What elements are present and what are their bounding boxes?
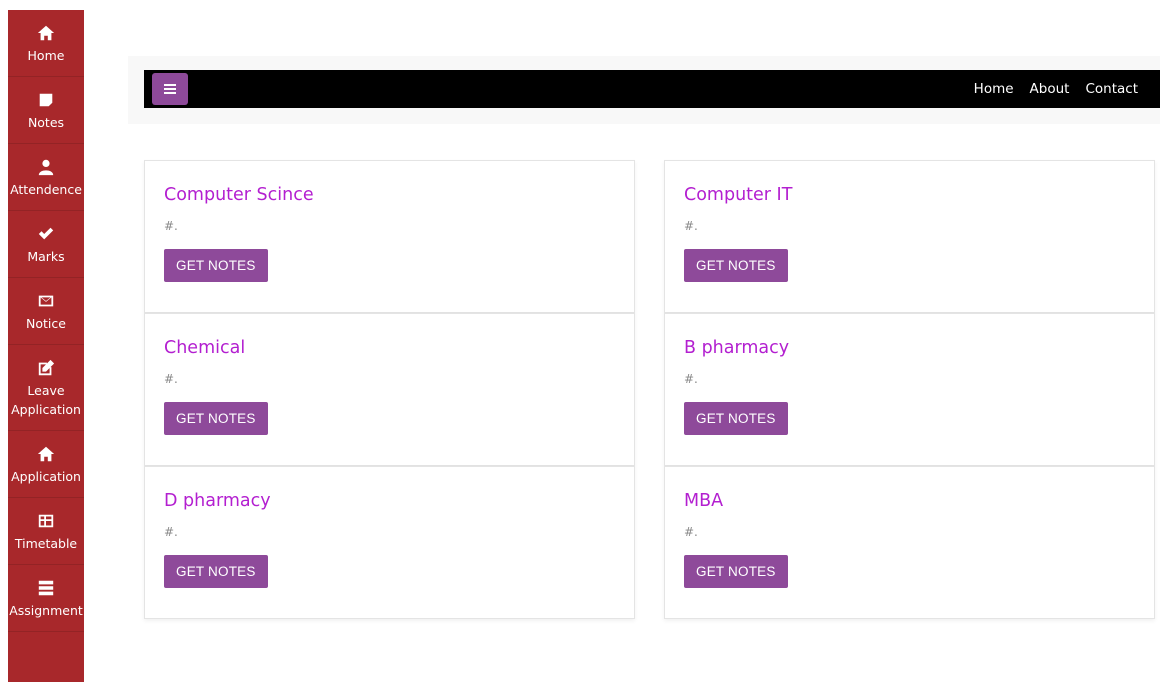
nav-links: Home About Contact bbox=[974, 81, 1138, 97]
course-card: B pharmacy #. GET NOTES bbox=[664, 313, 1155, 466]
home-icon bbox=[35, 22, 57, 44]
sidebar-item-attendence[interactable]: Attendence bbox=[8, 144, 84, 211]
navbar: Home About Contact bbox=[144, 70, 1160, 108]
course-card: D pharmacy #. GET NOTES bbox=[144, 466, 635, 619]
hamburger-icon bbox=[164, 84, 176, 94]
server-icon bbox=[35, 577, 57, 599]
menu-toggle-button[interactable] bbox=[152, 73, 188, 105]
course-card: Computer Scince #. GET NOTES bbox=[144, 160, 635, 313]
get-notes-button[interactable]: GET NOTES bbox=[164, 249, 268, 282]
card-text: #. bbox=[684, 219, 698, 233]
get-notes-button[interactable]: GET NOTES bbox=[164, 402, 268, 435]
get-notes-button[interactable]: GET NOTES bbox=[164, 555, 268, 588]
sidebar-item-notes[interactable]: Notes bbox=[8, 77, 84, 144]
sidebar-item-label: Home bbox=[27, 47, 65, 63]
get-notes-button[interactable]: GET NOTES bbox=[684, 402, 788, 435]
card-text: #. bbox=[164, 219, 178, 233]
note-icon bbox=[35, 89, 57, 111]
sidebar-item-timetable[interactable]: Timetable bbox=[8, 498, 84, 565]
nav-link-about[interactable]: About bbox=[1030, 81, 1070, 97]
get-notes-button[interactable]: GET NOTES bbox=[684, 249, 788, 282]
card-text: #. bbox=[684, 372, 698, 386]
sidebar-item-leave-application[interactable]: Leave Application bbox=[8, 345, 84, 431]
sidebar-item-label: Attendence bbox=[10, 181, 82, 197]
course-card: Chemical #. GET NOTES bbox=[144, 313, 635, 466]
course-card-grid: Computer Scince #. GET NOTES Computer IT… bbox=[144, 160, 1156, 619]
course-card: Computer IT #. GET NOTES bbox=[664, 160, 1155, 313]
nav-link-contact[interactable]: Contact bbox=[1085, 81, 1138, 97]
home-icon bbox=[35, 443, 57, 465]
sidebar-item-label: Assignment bbox=[9, 602, 83, 618]
get-notes-button[interactable]: GET NOTES bbox=[684, 555, 788, 588]
sidebar-item-label: Marks bbox=[27, 248, 65, 264]
sidebar-item-label: Notes bbox=[27, 114, 65, 130]
sidebar-item-application[interactable]: Application bbox=[8, 431, 84, 498]
sidebar-item-notice[interactable]: Notice bbox=[8, 278, 84, 345]
card-title: D pharmacy bbox=[164, 491, 271, 511]
sidebar-item-marks[interactable]: Marks bbox=[8, 211, 84, 278]
sidebar: Home Notes Attendence Marks Notice Leave… bbox=[8, 10, 84, 682]
sidebar-item-label: Notice bbox=[26, 315, 66, 331]
course-card: MBA #. GET NOTES bbox=[664, 466, 1155, 619]
nav-link-home[interactable]: Home bbox=[974, 81, 1014, 97]
table-icon bbox=[35, 510, 57, 532]
user-icon bbox=[35, 156, 57, 178]
check-icon bbox=[35, 223, 57, 245]
sidebar-item-label: Timetable bbox=[14, 535, 78, 551]
sidebar-item-label: Leave bbox=[27, 382, 65, 398]
sidebar-item-assignment[interactable]: Assignment bbox=[8, 565, 84, 632]
card-text: #. bbox=[164, 372, 178, 386]
card-text: #. bbox=[684, 525, 698, 539]
card-title: Computer IT bbox=[684, 185, 793, 205]
envelope-icon bbox=[35, 290, 57, 312]
sidebar-item-home[interactable]: Home bbox=[8, 10, 84, 77]
card-title: B pharmacy bbox=[684, 338, 790, 358]
sidebar-item-label: Application bbox=[11, 468, 81, 484]
sidebar-item-label-line2: Application bbox=[11, 401, 81, 417]
card-text: #. bbox=[164, 525, 178, 539]
card-title: MBA bbox=[684, 491, 724, 511]
top-bar-wrapper: Home About Contact bbox=[128, 56, 1160, 124]
card-title: Computer Scince bbox=[164, 185, 314, 205]
card-title: Chemical bbox=[164, 338, 246, 358]
edit-icon bbox=[35, 357, 57, 379]
